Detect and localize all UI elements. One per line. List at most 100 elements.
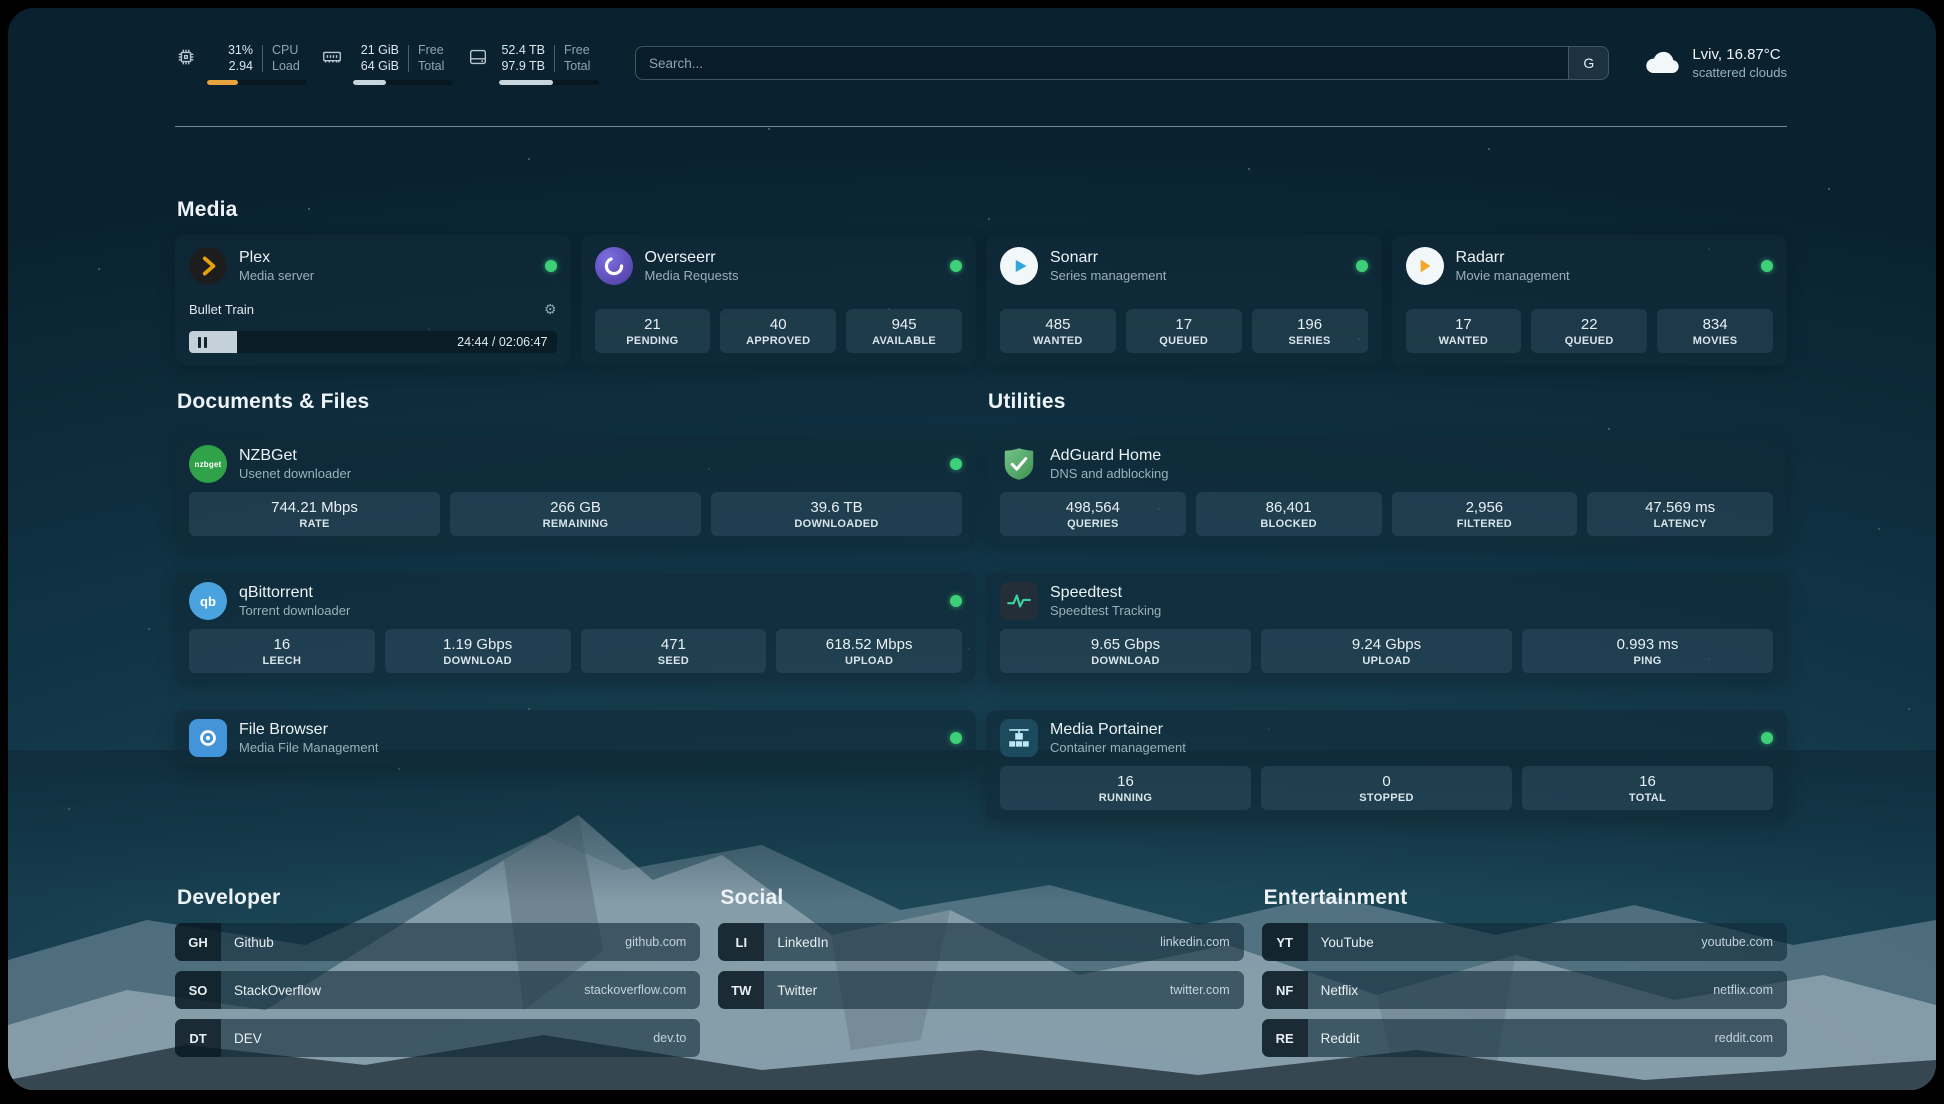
section-media: Media Plex Media server Bullet Train ⚙ <box>175 198 1787 365</box>
memory-total-value: 64 GiB <box>361 58 399 74</box>
bookmark-github[interactable]: GH Github github.com <box>175 923 700 961</box>
status-dot <box>1356 260 1368 272</box>
disk-icon <box>467 46 491 70</box>
bookmark-url: netflix.com <box>1713 983 1773 997</box>
stat-movies: 834MOVIES <box>1657 309 1773 353</box>
app-name: Media Portainer <box>1050 721 1186 739</box>
stat-approved: 40APPROVED <box>720 309 836 353</box>
app-card-radarr[interactable]: Radarr Movie management 17WANTED 22QUEUE… <box>1392 235 1788 365</box>
bookmark-url: linkedin.com <box>1160 935 1229 949</box>
search-engine-button[interactable]: G <box>1568 47 1608 79</box>
bookmark-name: LinkedIn <box>777 935 828 950</box>
memory-free-label: Free <box>418 42 444 58</box>
app-description: Media server <box>239 268 314 283</box>
snow-specks <box>8 8 10 10</box>
disk-total-label: Total <box>564 58 590 74</box>
bookmark-abbr: GH <box>175 923 221 961</box>
bookmark-abbr: YT <box>1262 923 1308 961</box>
bookmark-abbr: NF <box>1262 971 1308 1009</box>
app-card-qbittorrent[interactable]: qb qBittorrent Torrent downloader 16LEEC… <box>175 573 976 682</box>
bookmark-netflix[interactable]: NF Netflix netflix.com <box>1262 971 1787 1009</box>
bookmark-twitter[interactable]: TW Twitter twitter.com <box>718 971 1243 1009</box>
weather-widget[interactable]: Lviv, 16.87°C scattered clouds <box>1643 46 1787 80</box>
app-name: Overseerr <box>645 249 739 267</box>
bookmark-name: Reddit <box>1321 1031 1360 1046</box>
cpu-load-value: 2.94 <box>229 58 253 74</box>
search-input[interactable] <box>635 46 1609 80</box>
bookmark-url: youtube.com <box>1701 935 1773 949</box>
memory-free-value: 21 GiB <box>361 42 399 58</box>
app-card-adguard[interactable]: AdGuard Home DNS and adblocking 498,564Q… <box>986 436 1787 545</box>
bookmark-stackoverflow[interactable]: SO StackOverflow stackoverflow.com <box>175 971 700 1009</box>
bookmark-name: Twitter <box>777 983 817 998</box>
stat-latency: 47.569 msLATENCY <box>1587 492 1773 536</box>
app-name: NZBGet <box>239 447 351 465</box>
plex-progress-fill <box>189 331 237 353</box>
stat-seed: 471SEED <box>581 629 767 673</box>
app-card-sonarr[interactable]: Sonarr Series management 485WANTED 17QUE… <box>986 235 1382 365</box>
bookmark-reddit[interactable]: RE Reddit reddit.com <box>1262 1019 1787 1057</box>
app-description: Torrent downloader <box>239 603 350 618</box>
app-card-speedtest[interactable]: Speedtest Speedtest Tracking 9.65 GbpsDO… <box>986 573 1787 682</box>
status-dot <box>950 458 962 470</box>
stat-queued: 22QUEUED <box>1531 309 1647 353</box>
stat-download: 9.65 GbpsDOWNLOAD <box>1000 629 1251 673</box>
section-title-utilities: Utilities <box>988 390 1787 414</box>
bookmark-name: Netflix <box>1321 983 1359 998</box>
app-card-nzbget[interactable]: nzbget NZBGet Usenet downloader 744.21 M… <box>175 436 976 545</box>
bookmark-youtube[interactable]: YT YouTube youtube.com <box>1262 923 1787 961</box>
bookmark-group-entertainment: Entertainment YT YouTube youtube.com NF … <box>1262 886 1787 1067</box>
stat-rate: 744.21 MbpsRATE <box>189 492 440 536</box>
window-frame: 31% 2.94 CPU Load <box>0 0 1944 1104</box>
bookmark-dev[interactable]: DT DEV dev.to <box>175 1019 700 1057</box>
stat-download: 1.19 GbpsDOWNLOAD <box>385 629 571 673</box>
status-dot <box>545 260 557 272</box>
dashboard: 31% 2.94 CPU Load <box>8 8 1936 1090</box>
speedtest-icon <box>1000 582 1038 620</box>
pause-icon[interactable] <box>198 337 210 348</box>
app-description: Media File Management <box>239 740 378 755</box>
app-description: Speedtest Tracking <box>1050 603 1161 618</box>
section-title-media: Media <box>177 198 1787 222</box>
stat-queued: 17QUEUED <box>1126 309 1242 353</box>
app-description: Series management <box>1050 268 1166 283</box>
app-card-portainer[interactable]: Media Portainer Container management 16R… <box>986 710 1787 819</box>
memory-widget: 21 GiB 64 GiB Free Total <box>321 42 453 85</box>
app-card-overseerr[interactable]: Overseerr Media Requests 21PENDING 40APP… <box>581 235 977 365</box>
status-dot <box>950 260 962 272</box>
disk-progress-track <box>499 80 599 85</box>
stat-queries: 498,564QUERIES <box>1000 492 1186 536</box>
now-playing-title: Bullet Train <box>189 302 254 317</box>
bookmark-name: StackOverflow <box>234 983 321 998</box>
radarr-icon <box>1406 247 1444 285</box>
app-card-plex[interactable]: Plex Media server Bullet Train ⚙ 24:44 /… <box>175 235 571 365</box>
bookmark-name: Github <box>234 935 274 950</box>
adguard-icon <box>1000 445 1038 483</box>
stat-upload: 618.52 MbpsUPLOAD <box>776 629 962 673</box>
bookmark-url: reddit.com <box>1715 1031 1773 1045</box>
cpu-progress-track <box>207 80 307 85</box>
bookmark-group-developer: Developer GH Github github.com SO StackO… <box>175 886 700 1067</box>
divider-vertical <box>262 45 263 72</box>
app-name: AdGuard Home <box>1050 447 1169 465</box>
plex-progress-bar[interactable]: 24:44 / 02:06:47 <box>189 331 557 353</box>
bookmark-linkedin[interactable]: LI LinkedIn linkedin.com <box>718 923 1243 961</box>
bookmark-name: DEV <box>234 1031 262 1046</box>
app-name: Speedtest <box>1050 584 1161 602</box>
gear-icon[interactable]: ⚙ <box>544 302 557 316</box>
stat-downloaded: 39.6 TBDOWNLOADED <box>711 492 962 536</box>
stat-pending: 21PENDING <box>595 309 711 353</box>
section-documents: Documents & Files nzbget NZBGet Usenet d… <box>175 390 976 794</box>
weather-condition: scattered clouds <box>1692 65 1787 80</box>
bookmark-url: stackoverflow.com <box>584 983 686 997</box>
cpu-label: CPU <box>272 42 300 58</box>
section-bookmarks: Developer GH Github github.com SO StackO… <box>175 886 1787 1067</box>
disk-total-value: 97.9 TB <box>501 58 545 74</box>
status-dot <box>1761 732 1773 744</box>
stat-wanted: 485WANTED <box>1000 309 1116 353</box>
memory-progress-track <box>353 80 453 85</box>
bookmark-url: github.com <box>625 935 686 949</box>
stat-remaining: 266 GBREMAINING <box>450 492 701 536</box>
disk-progress-fill <box>499 80 553 85</box>
app-card-filebrowser[interactable]: File Browser Media File Management <box>175 710 976 766</box>
